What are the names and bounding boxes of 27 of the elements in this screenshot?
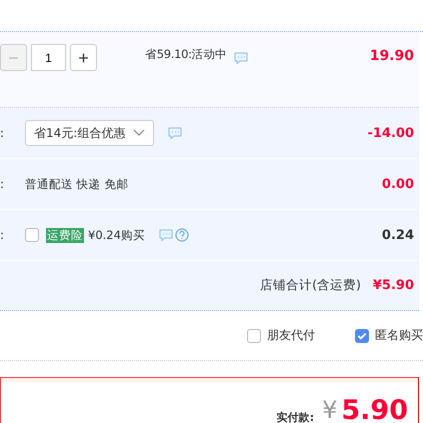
insurance-tag: 运费险	[46, 228, 84, 242]
total-amount: ¥5.90	[372, 278, 414, 293]
insurance-price: ¥0.24购买	[88, 228, 145, 242]
row-amount: 0.00	[382, 176, 414, 192]
insurance-checkbox[interactable]	[25, 228, 39, 242]
row-amount: 0.24	[382, 228, 414, 242]
help-icon[interactable]	[174, 228, 189, 242]
item-price: 19.90	[370, 48, 414, 64]
row-amount: -14.00	[367, 126, 414, 140]
quantity-field[interactable]: 1	[31, 44, 66, 71]
message-icon[interactable]	[158, 229, 173, 241]
total-label: 店铺合计(含运费)	[260, 277, 361, 294]
row-label: :	[0, 177, 6, 191]
payment-label: 实付款:	[276, 410, 314, 423]
discount-select[interactable]: 省14元:组合优惠	[25, 120, 154, 146]
option-checkbox[interactable]: 匿名购买	[355, 327, 423, 344]
currency-sign: ¥	[322, 396, 338, 423]
promo-text: 省59.10:活动中	[145, 47, 227, 62]
delivery-text: 普通配送 快递 免邮	[25, 176, 128, 192]
message-icon[interactable]	[168, 127, 182, 139]
message-icon[interactable]	[234, 52, 248, 64]
payment-amount: 5.90	[341, 396, 408, 423]
option-checkbox[interactable]: 朋友代付	[247, 327, 315, 344]
chevron-down-icon	[133, 129, 146, 137]
plus-button[interactable]: +	[70, 44, 97, 71]
row-label: :	[0, 228, 6, 242]
row-label: :	[0, 126, 6, 140]
